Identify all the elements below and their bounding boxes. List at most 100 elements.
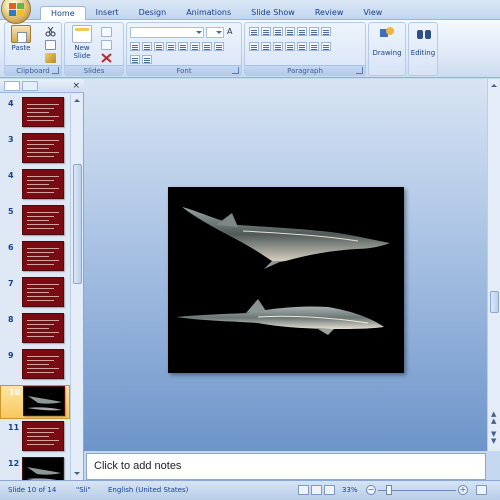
slides-pane-scrollbar[interactable] <box>70 94 83 480</box>
slide-counter: Slide 10 of 14 <box>8 486 57 494</box>
numbering-icon[interactable] <box>261 27 271 36</box>
slide-preview <box>22 205 64 235</box>
list-row <box>249 27 331 36</box>
slide-editor-area <box>84 79 487 451</box>
editing-button[interactable] <box>411 25 437 44</box>
strikethrough-icon[interactable] <box>166 42 176 51</box>
drawing-label: Drawing <box>372 49 402 57</box>
change-case-icon[interactable] <box>202 42 212 51</box>
normal-view-icon[interactable] <box>298 485 309 495</box>
tab-insert[interactable]: Insert <box>86 6 129 20</box>
editor-scrollbar[interactable]: ▲ ▲ ▼ ▼ <box>487 79 500 451</box>
current-slide[interactable] <box>168 187 404 373</box>
align-left-icon[interactable] <box>249 42 259 51</box>
columns-2-icon[interactable] <box>297 42 307 51</box>
language-indicator[interactable]: English (United States) <box>108 486 188 494</box>
decrease-indent-icon[interactable] <box>273 27 283 36</box>
underline-icon[interactable] <box>154 42 164 51</box>
editor-scroll-up-icon[interactable] <box>491 81 497 87</box>
slide-thumbnail[interactable]: 3 <box>0 133 70 167</box>
char-spacing-icon[interactable] <box>190 42 200 51</box>
tab-view[interactable]: View <box>353 6 392 20</box>
bullets-icon[interactable] <box>249 27 259 36</box>
italic-icon[interactable] <box>142 42 152 51</box>
drawing-group[interactable]: Drawing <box>368 22 406 76</box>
slide-number: 4 <box>8 171 14 180</box>
font-name-combo[interactable] <box>130 27 204 38</box>
slide-preview <box>23 386 65 416</box>
font-color-icon[interactable] <box>130 55 140 64</box>
slide-thumbnail[interactable]: 9 <box>0 349 70 383</box>
columns-icon[interactable] <box>321 27 331 36</box>
paste-button[interactable]: Paste <box>8 25 34 52</box>
new-slide-label-2: Slide <box>73 52 91 60</box>
notes-placeholder: Click to add notes <box>94 460 182 472</box>
slide-thumbnail[interactable]: 4 <box>0 169 70 203</box>
zoom-slider-knob[interactable] <box>386 485 392 495</box>
grow-font-icon[interactable]: A <box>227 27 238 37</box>
close-icon[interactable]: × <box>72 81 80 91</box>
reset-icon[interactable] <box>101 40 112 50</box>
slide-thumbnail[interactable]: 4 <box>0 97 70 131</box>
new-slide-button[interactable]: New Slide <box>69 25 95 60</box>
paragraph-dialog-launcher[interactable] <box>356 67 363 74</box>
theme-name: "Sli" <box>76 486 91 494</box>
line-spacing-icon[interactable] <box>297 27 307 36</box>
clear-format-icon[interactable] <box>214 42 224 51</box>
editing-group[interactable]: Editing <box>408 22 438 76</box>
font-dialog-launcher[interactable] <box>232 67 239 74</box>
slide-thumbnail[interactable]: 11 <box>0 421 70 455</box>
slides-tab[interactable] <box>4 81 20 91</box>
format-painter-icon[interactable] <box>45 53 56 63</box>
editor-scroll-thumb[interactable] <box>490 291 499 313</box>
prev-slide-icon[interactable]: ▲ ▲ <box>491 411 496 425</box>
text-direction-icon[interactable] <box>309 27 319 36</box>
slide-thumbnail[interactable]: 6 <box>0 241 70 275</box>
slide-number: 7 <box>8 279 14 288</box>
scroll-thumb[interactable] <box>73 164 82 284</box>
font-format-row <box>130 42 224 51</box>
fit-to-window-icon[interactable] <box>476 485 487 495</box>
bold-icon[interactable] <box>130 42 140 51</box>
font-size-combo[interactable] <box>206 27 224 38</box>
drawing-button[interactable] <box>374 25 400 44</box>
highlight-icon[interactable] <box>142 55 152 64</box>
font-group-label: Font <box>127 65 241 75</box>
align-center-icon[interactable] <box>261 42 271 51</box>
zoom-out-icon[interactable]: − <box>366 485 376 495</box>
increase-indent-icon[interactable] <box>285 27 295 36</box>
tab-animations[interactable]: Animations <box>176 6 241 20</box>
align-text-icon[interactable] <box>309 42 319 51</box>
binoculars-icon <box>414 25 434 43</box>
scroll-down-icon[interactable] <box>74 472 80 478</box>
slide-thumbnail[interactable]: 7 <box>0 277 70 311</box>
font-group: A Font <box>126 22 242 76</box>
layout-icon[interactable] <box>101 27 112 37</box>
outline-tab[interactable] <box>22 81 38 91</box>
smartart-icon[interactable] <box>321 42 331 51</box>
zoom-level[interactable]: 33% <box>342 486 358 494</box>
slide-thumbnail[interactable]: 8 <box>0 313 70 347</box>
slides-group-label: Slides <box>65 65 123 75</box>
notes-pane[interactable]: Click to add notes <box>86 453 486 480</box>
shadow-icon[interactable] <box>178 42 188 51</box>
align-right-icon[interactable] <box>273 42 283 51</box>
tab-slide-show[interactable]: Slide Show <box>241 6 305 20</box>
scroll-up-icon[interactable] <box>74 96 80 102</box>
zoom-in-icon[interactable]: + <box>458 485 468 495</box>
copy-icon[interactable] <box>45 40 56 50</box>
tab-review[interactable]: Review <box>305 6 354 20</box>
next-slide-icon[interactable]: ▼ ▼ <box>491 431 496 445</box>
slide-thumbnail[interactable]: 10 <box>0 385 70 419</box>
slide-preview <box>22 421 64 451</box>
tab-design[interactable]: Design <box>129 6 177 20</box>
slides-pane: × 4 3 4 5 6 7 8 9 10 11 12 <box>0 79 84 487</box>
slide-sorter-icon[interactable] <box>311 485 322 495</box>
tab-home[interactable]: Home <box>40 6 86 20</box>
clipboard-dialog-launcher[interactable] <box>52 67 59 74</box>
slide-thumbnail[interactable]: 5 <box>0 205 70 239</box>
delete-slide-icon[interactable] <box>101 53 112 63</box>
cut-icon[interactable] <box>45 26 56 37</box>
justify-icon[interactable] <box>285 42 295 51</box>
slideshow-view-icon[interactable] <box>324 485 335 495</box>
